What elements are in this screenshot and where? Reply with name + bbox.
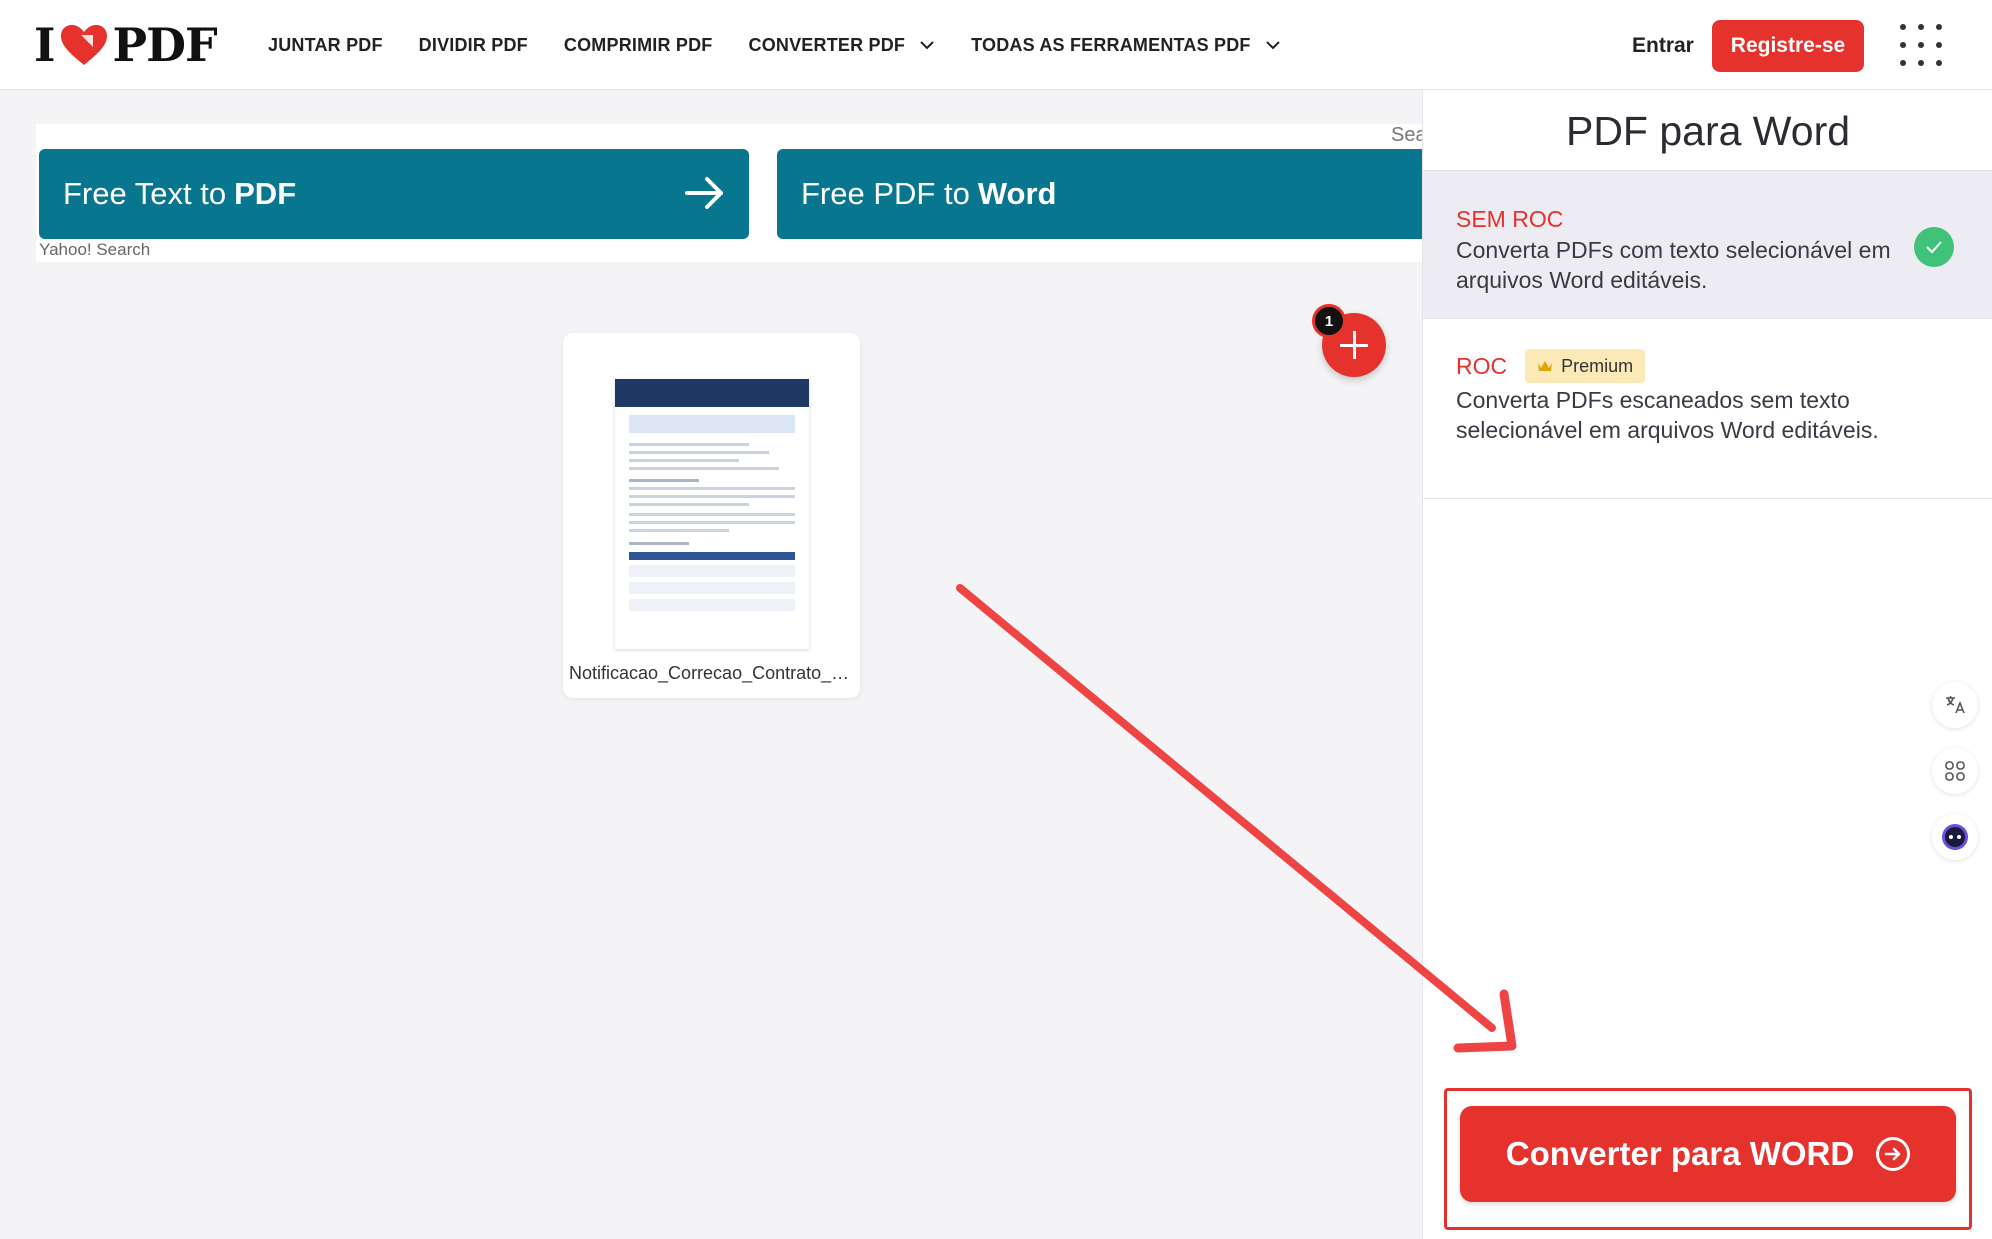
option-title-row: ROC Premium xyxy=(1456,349,1960,383)
logo-letter: I xyxy=(34,18,56,72)
translate-icon[interactable] xyxy=(1932,682,1978,728)
nav-merge-pdf[interactable]: JUNTAR PDF xyxy=(268,35,383,56)
file-name: Notificacao_Correcao_Contrato_Modelo.pdf xyxy=(569,663,860,683)
top-header: I PDF JUNTAR PDF DIVIDIR PDF COMPRIMIR P… xyxy=(0,0,1992,90)
ad-pdf-to-word-button[interactable]: Free PDF to Word xyxy=(777,149,1422,239)
apps-grid-icon[interactable] xyxy=(1900,24,1942,66)
ad-search-text: Sea xyxy=(1391,124,1422,146)
nav-split-pdf[interactable]: DIVIDIR PDF xyxy=(419,35,528,56)
register-button[interactable]: Registre-se xyxy=(1712,20,1864,72)
assistant-icon[interactable] xyxy=(1932,814,1978,860)
nav-compress-pdf[interactable]: COMPRIMIR PDF xyxy=(564,35,713,56)
option-no-ocr[interactable]: SEM ROC Converta PDFs com texto selecion… xyxy=(1423,170,1992,318)
premium-badge: Premium xyxy=(1525,349,1646,383)
nav-convert-pdf[interactable]: CONVERTER PDF xyxy=(749,35,936,56)
ad-text-to-pdf-button[interactable]: Free Text to PDF xyxy=(39,149,749,239)
option-description: Converta PDFs escaneados sem texto selec… xyxy=(1456,387,1879,443)
file-thumbnail xyxy=(615,379,809,649)
ilovepdf-logo[interactable]: I PDF xyxy=(34,18,218,72)
option-title: SEM ROC xyxy=(1456,206,1564,232)
logo-text: PDF xyxy=(112,18,218,72)
ad-provider[interactable]: Yahoo! Search xyxy=(39,240,150,260)
options-sidebar: PDF para Word SEM ROC Converta PDFs com … xyxy=(1422,90,1992,1239)
ad-banner: Sea Free Text to PDF Free PDF to Word Yaho… xyxy=(36,124,1422,262)
option-title: ROC xyxy=(1456,352,1508,379)
login-link[interactable]: Entrar xyxy=(1632,34,1694,58)
chevron-down-icon xyxy=(920,41,934,50)
crown-icon xyxy=(1538,361,1553,371)
apps-icon[interactable] xyxy=(1932,748,1978,794)
check-icon xyxy=(1914,227,1954,267)
file-card[interactable]: Notificacao_Correcao_Contrato_Modelo.pdf xyxy=(563,333,860,698)
convert-to-word-button[interactable]: Converter para WORD xyxy=(1460,1106,1956,1202)
option-description: Converta PDFs com texto selecionável em … xyxy=(1456,237,1891,293)
heart-logo-icon xyxy=(60,25,107,65)
nav-all-tools[interactable]: TODAS AS FERRAMENTAS PDF xyxy=(971,35,1280,56)
main-nav: JUNTAR PDF DIVIDIR PDF COMPRIMIR PDF CON… xyxy=(268,0,1317,90)
chevron-down-icon xyxy=(1265,41,1280,50)
file-count-badge: 1 xyxy=(1312,304,1346,338)
tool-title: PDF para Word xyxy=(1565,108,1851,154)
circle-arrow-right-icon xyxy=(1876,1137,1911,1171)
arrow-right-icon xyxy=(685,177,723,209)
option-ocr[interactable]: ROC Premium Converta PDFs escaneados sem… xyxy=(1423,318,1992,499)
